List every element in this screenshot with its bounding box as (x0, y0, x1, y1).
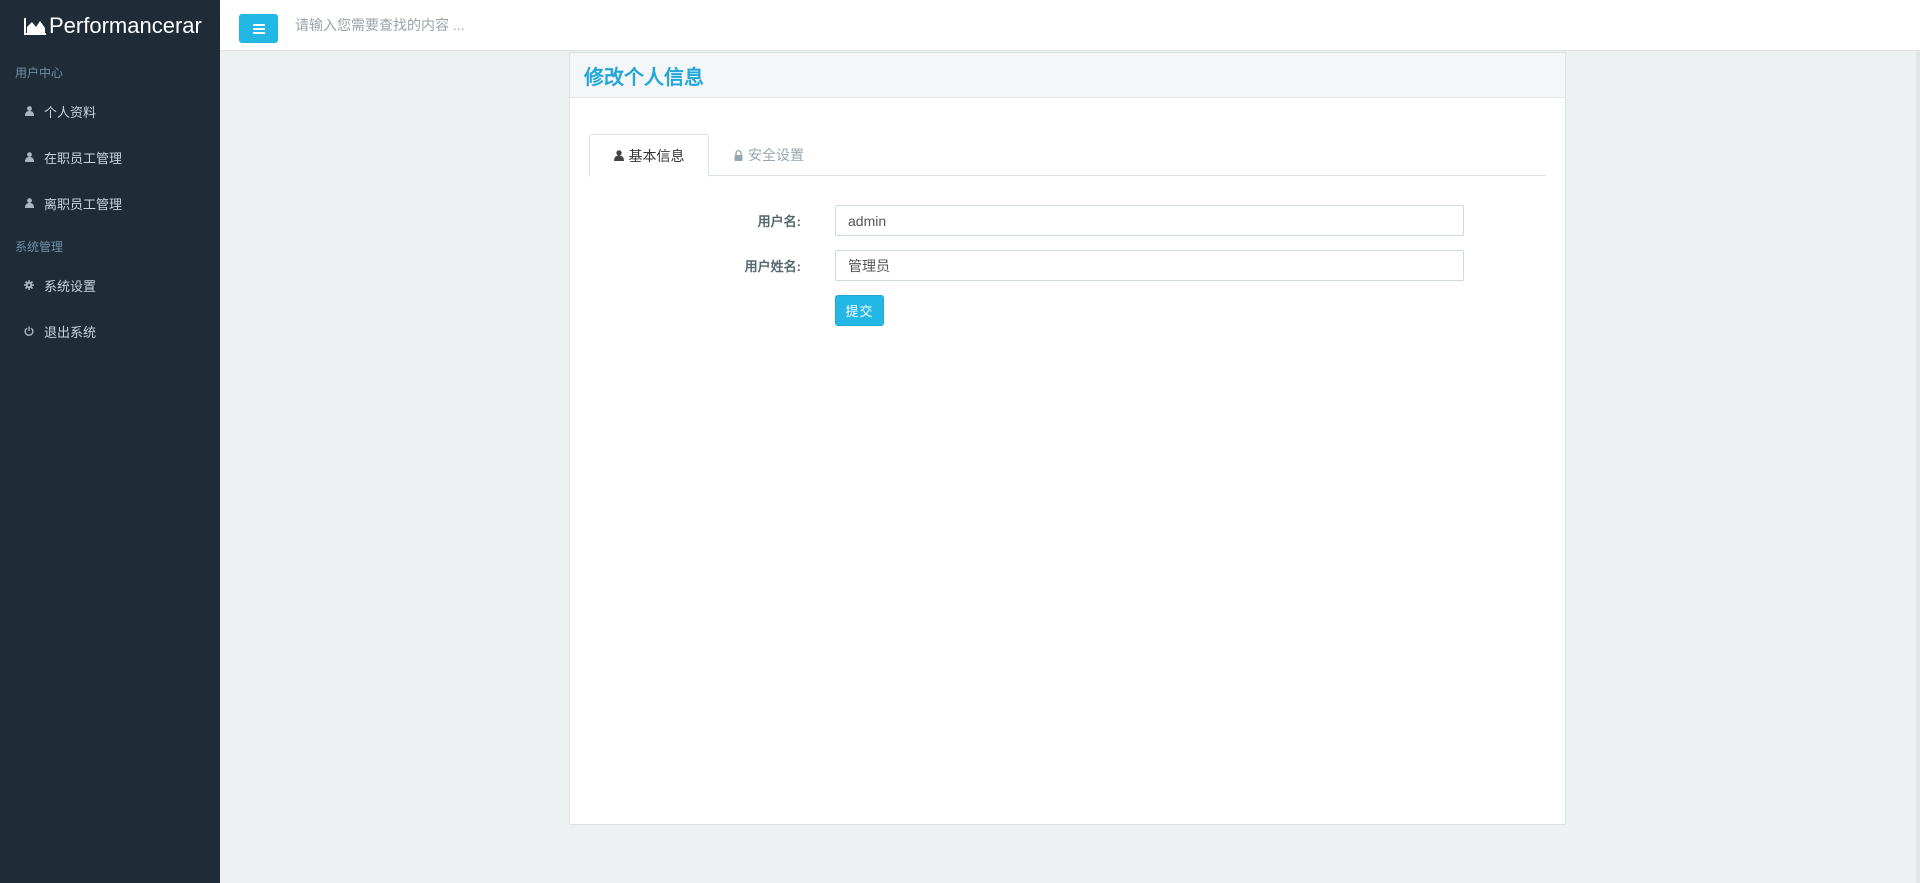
hamburger-icon (252, 23, 265, 34)
page-title: 修改个人信息 (584, 66, 704, 89)
user-icon (24, 152, 34, 162)
sidebar-item-label: 系统设置 (44, 278, 97, 294)
tab-bar: 基本信息 安全设置 (589, 134, 1546, 177)
fullname-field[interactable] (835, 250, 1464, 281)
sidebar-item-label: 退出系统 (44, 324, 97, 340)
username-label: 用户名: (757, 214, 801, 229)
scrollbar-track[interactable] (1916, 51, 1920, 883)
brand-name: Performancerar (49, 13, 202, 38)
user-icon (24, 106, 34, 116)
gear-icon (24, 280, 34, 290)
main-content: 修改个人信息 基本信息 安全设置 用户名: admin 用户姓名: 管理员 提交 (220, 51, 1916, 883)
sidebar-item-logout[interactable]: 退出系统 (0, 308, 220, 354)
topbar (220, 0, 1920, 51)
panel-header: 修改个人信息 (570, 53, 1565, 98)
area-chart-icon (24, 18, 46, 35)
sidebar-item-resigned-employees[interactable]: 离职员工管理 (0, 180, 220, 226)
sidebar-item-active-employees[interactable]: 在职员工管理 (0, 134, 220, 180)
username-field[interactable] (835, 205, 1464, 236)
user-icon (613, 150, 624, 161)
sidebar-item-profile[interactable]: 个人资料 (0, 88, 220, 134)
sidebar-item-label: 离职员工管理 (44, 196, 123, 212)
fullname-row: 用户姓名: (570, 250, 1565, 281)
menu-toggle-button[interactable] (239, 14, 278, 43)
sidebar-item-settings[interactable]: 系统设置 (0, 262, 220, 308)
user-icon (24, 198, 34, 208)
brand-logo[interactable]: Performancerar (0, 0, 220, 52)
power-icon (24, 326, 34, 336)
sidebar-item-label: 在职员工管理 (44, 150, 123, 166)
tab-security-settings[interactable]: 安全设置 (734, 134, 804, 176)
tab-label: 基本信息 (628, 147, 685, 164)
tab-basic-info[interactable]: 基本信息 (589, 134, 709, 177)
submit-button[interactable]: 提交 (835, 295, 884, 326)
sidebar: Performancerar 用户中心 个人资料 在职员工管理 离职员工管理 系… (0, 0, 220, 883)
tab-label: 安全设置 (748, 147, 804, 163)
fullname-label: 用户姓名: (744, 259, 801, 274)
username-row: 用户名: (570, 205, 1565, 236)
nav-section-user-center: 用户中心 (15, 66, 64, 80)
profile-panel: 修改个人信息 基本信息 安全设置 用户名: admin 用户姓名: 管理员 提交 (569, 52, 1566, 825)
lock-icon (734, 149, 743, 161)
search-input[interactable] (295, 14, 695, 36)
nav-section-system: 系统管理 (15, 240, 64, 254)
sidebar-item-label: 个人资料 (44, 104, 97, 120)
